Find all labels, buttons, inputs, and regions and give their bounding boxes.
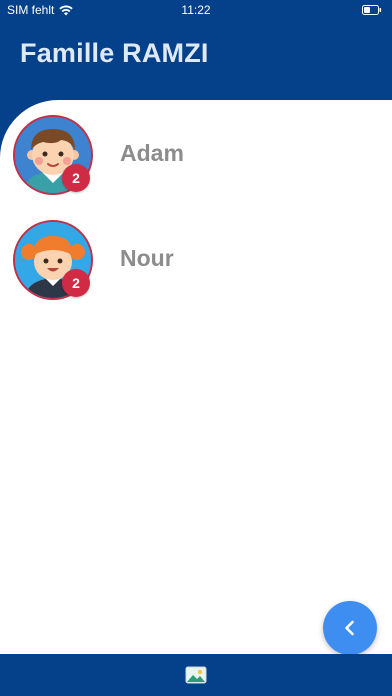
chevron-left-icon	[345, 620, 354, 636]
status-time: 11:22	[181, 3, 211, 17]
child-name: Adam	[120, 140, 184, 166]
avatar: 2	[13, 115, 93, 195]
page-title: Famille RAMZI	[20, 38, 209, 68]
status-bar: SIM fehlt 11:22	[0, 0, 392, 20]
child-name: Nour	[120, 245, 174, 271]
back-fab-button[interactable]	[323, 601, 377, 655]
app-header: Famille RAMZI	[0, 20, 392, 102]
child-item-nour[interactable]: 2 Nour	[0, 218, 392, 308]
notification-badge: 2	[62, 269, 90, 297]
image-icon[interactable]	[185, 666, 207, 684]
content-area: 2 Adam 2 Nour	[0, 100, 392, 654]
notification-badge: 2	[62, 164, 90, 192]
child-item-adam[interactable]: 2 Adam	[0, 113, 392, 203]
children-list: 2 Adam 2 Nour	[0, 100, 392, 654]
avatar: 2	[13, 220, 93, 300]
battery-icon	[362, 5, 382, 15]
bottom-bar	[0, 654, 392, 696]
